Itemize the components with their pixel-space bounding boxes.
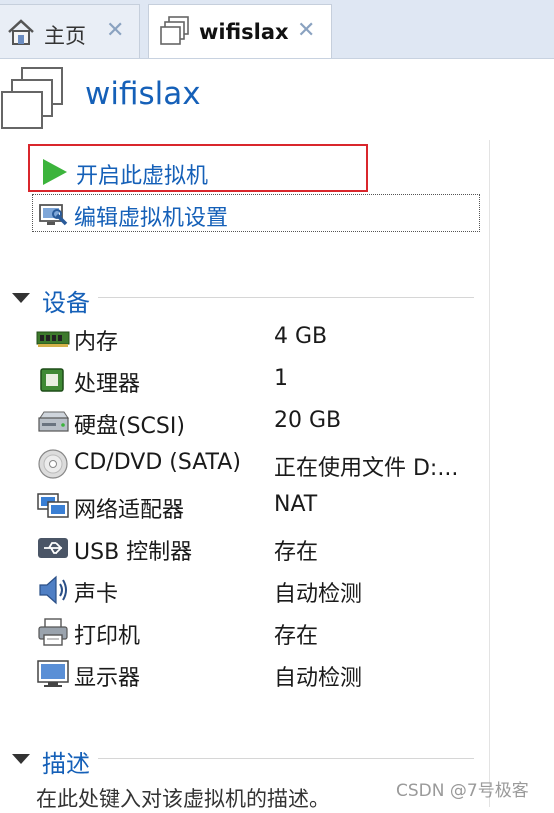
device-name: 显示器 bbox=[74, 666, 141, 691]
home-icon bbox=[8, 19, 34, 45]
tab-bar: 主页 ✕ wifislax ✕ bbox=[0, 0, 554, 59]
device-row-processor[interactable]: 处理器 1 bbox=[36, 360, 476, 400]
divider bbox=[489, 140, 490, 807]
display-icon bbox=[37, 660, 69, 687]
section-devices-title[interactable]: 设备 bbox=[42, 283, 90, 318]
sound-card-icon bbox=[39, 575, 67, 605]
tab-vm[interactable]: wifislax ✕ bbox=[148, 4, 332, 58]
device-row-display[interactable]: 显示器 自动检测 bbox=[36, 654, 476, 694]
device-name: CD/DVD (SATA) bbox=[74, 450, 241, 475]
device-name: 打印机 bbox=[74, 624, 141, 649]
close-icon[interactable]: ✕ bbox=[297, 18, 315, 43]
device-name: 处理器 bbox=[74, 372, 141, 397]
device-value: 存在 bbox=[274, 540, 319, 565]
device-row-usb[interactable]: USB 控制器 存在 bbox=[36, 528, 476, 568]
vm-settings-icon bbox=[39, 204, 68, 226]
cd-dvd-icon bbox=[38, 449, 68, 479]
device-value: 20 GB bbox=[274, 408, 342, 433]
close-icon[interactable]: ✕ bbox=[106, 18, 124, 43]
edit-settings-label: 编辑虚拟机设置 bbox=[74, 206, 229, 231]
device-value: NAT bbox=[274, 492, 318, 517]
network-adapter-icon bbox=[37, 493, 69, 518]
device-name: 内存 bbox=[74, 330, 119, 355]
device-row-printer[interactable]: 打印机 存在 bbox=[36, 612, 476, 652]
vm-title: wifislax bbox=[85, 76, 201, 112]
collapse-arrow-icon[interactable] bbox=[12, 293, 30, 303]
device-row-sound-card[interactable]: 声卡 自动检测 bbox=[36, 570, 476, 610]
device-value: 正在使用文件 D:... bbox=[274, 456, 459, 481]
power-on-label: 开启此虚拟机 bbox=[76, 164, 209, 189]
device-row-network-adapter[interactable]: 网络适配器 NAT bbox=[36, 486, 476, 526]
device-value: 自动检测 bbox=[274, 666, 363, 691]
collapse-arrow-icon[interactable] bbox=[12, 754, 30, 764]
memory-icon bbox=[36, 331, 70, 347]
vm-icon bbox=[1, 67, 63, 129]
vm-icon bbox=[160, 16, 189, 45]
tab-vm-label: wifislax bbox=[199, 20, 289, 44]
device-name: 网络适配器 bbox=[74, 498, 185, 523]
usb-icon bbox=[38, 538, 68, 558]
device-value: 1 bbox=[274, 366, 288, 391]
watermark: CSDN @7号极客 bbox=[396, 781, 529, 801]
tab-home[interactable]: 主页 ✕ bbox=[0, 4, 140, 58]
play-icon bbox=[43, 159, 67, 185]
hard-disk-icon bbox=[38, 411, 69, 432]
power-on-button[interactable]: 开启此虚拟机 bbox=[28, 144, 368, 192]
tab-home-label: 主页 bbox=[44, 24, 86, 48]
device-value: 4 GB bbox=[274, 324, 328, 349]
device-value: 自动检测 bbox=[274, 582, 363, 607]
printer-icon bbox=[38, 618, 68, 646]
edit-settings-button[interactable]: 编辑虚拟机设置 bbox=[32, 194, 480, 232]
section-divider bbox=[98, 758, 474, 759]
processor-icon bbox=[40, 368, 64, 392]
device-name: USB 控制器 bbox=[74, 540, 193, 565]
section-divider bbox=[98, 297, 474, 298]
device-row-memory[interactable]: 内存 4 GB bbox=[36, 318, 476, 358]
device-row-hard-disk[interactable]: 硬盘(SCSI) 20 GB bbox=[36, 402, 476, 442]
device-row-cd-dvd[interactable]: CD/DVD (SATA) 正在使用文件 D:... bbox=[36, 444, 476, 484]
device-name: 声卡 bbox=[74, 582, 119, 607]
device-name: 硬盘(SCSI) bbox=[74, 414, 185, 439]
device-value: 存在 bbox=[274, 624, 319, 649]
section-description-title[interactable]: 描述 bbox=[42, 744, 90, 779]
description-input[interactable]: 在此处键入对该虚拟机的描述。 bbox=[36, 783, 330, 813]
